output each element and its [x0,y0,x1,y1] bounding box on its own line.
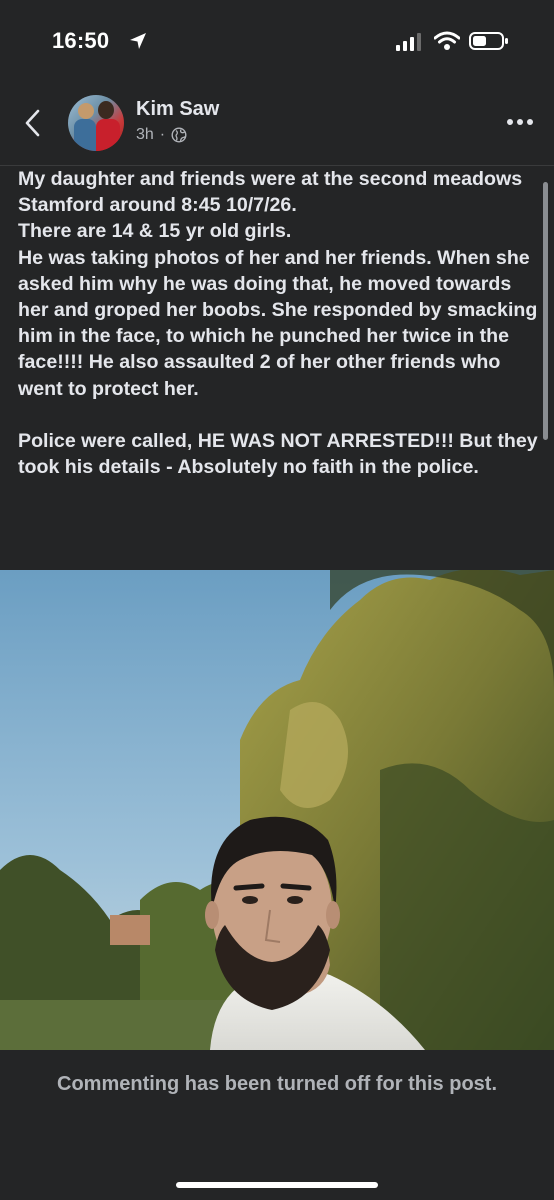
battery-icon [469,32,508,50]
status-time: 16:50 [52,28,110,53]
author-name[interactable]: Kim Saw [136,98,219,121]
wifi-icon [434,31,460,50]
status-bar: 16:50 [0,0,554,82]
scrollbar[interactable] [543,182,548,440]
cellular-signal-icon [396,33,421,51]
post-text: My daughter and friends were at the seco… [18,168,538,479]
comments-disabled-notice: Commenting has been turned off for this … [0,1051,554,1200]
post-photo[interactable] [0,570,554,1050]
comments-off-text: Commenting has been turned off for this … [57,1073,497,1095]
post-meta: 3h · [136,126,187,144]
home-indicator[interactable] [176,1182,378,1188]
globe-icon[interactable] [171,127,187,143]
post-time[interactable]: 3h [136,126,154,144]
photo-illustration [0,570,554,1050]
location-arrow-icon [130,33,146,49]
more-horizontal-icon[interactable] [506,114,534,130]
post-header: Kim Saw 3h · [0,86,554,166]
chevron-left-icon[interactable] [20,108,46,138]
meta-separator: · [159,126,166,143]
avatar[interactable] [68,95,124,151]
